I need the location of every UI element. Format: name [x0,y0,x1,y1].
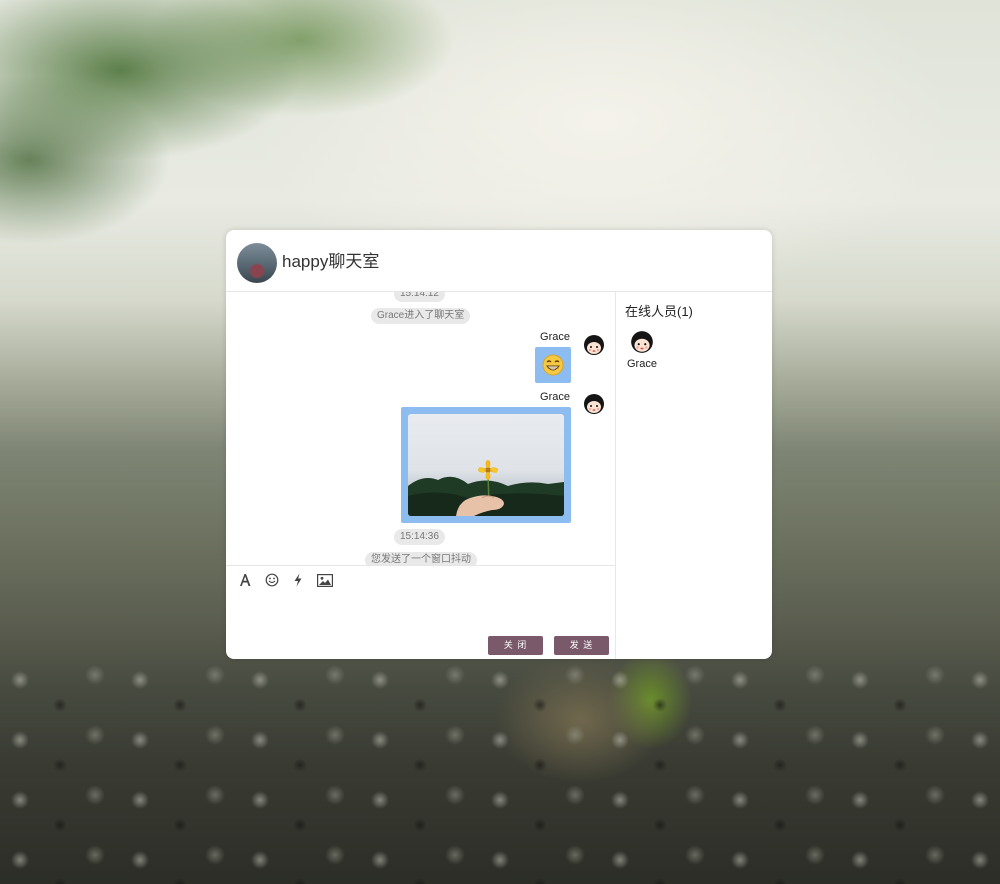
chat-header: happy聊天室 [226,230,772,292]
time-tag: 15:14:36 [394,529,445,545]
room-avatar [237,243,277,283]
close-button[interactable]: 关 闭 [488,636,543,655]
smiley-icon[interactable] [264,572,280,588]
send-button[interactable]: 发 送 [554,636,609,655]
message-sender: Grace [540,391,570,403]
grinning-emoji-icon [542,354,564,376]
online-title: 在线人员(1) [625,304,693,319]
image-icon[interactable] [317,572,333,588]
lightning-icon[interactable] [290,572,306,588]
flower-photo-image [408,460,564,516]
time-tag: 15:14:12 [394,292,445,302]
flower-photo [408,414,564,516]
shake-notice: 您发送了一个窗口抖动 [365,552,477,565]
input-area[interactable]: 关 闭 发 送 [226,565,616,659]
message-list[interactable]: 15:14:12 Grace进入了聊天室 Grace Grace 15:14:3… [226,292,616,565]
user-avatar [584,394,604,414]
message-sender: Grace [540,331,570,343]
member-avatar[interactable] [629,329,655,355]
user-avatar [584,335,604,355]
room-title: happy聊天室 [282,252,380,271]
join-notice: Grace进入了聊天室 [371,308,471,324]
image-message[interactable] [401,407,571,523]
member-name[interactable]: Grace [627,358,657,370]
background-gravel [0,660,1000,884]
chat-window: happy聊天室 15:14:12 Grace进入了聊天室 Grace Grac… [226,230,772,659]
emoji-message [535,347,571,383]
font-icon[interactable] [237,572,253,588]
online-panel: 在线人员(1) Grace [617,292,772,659]
